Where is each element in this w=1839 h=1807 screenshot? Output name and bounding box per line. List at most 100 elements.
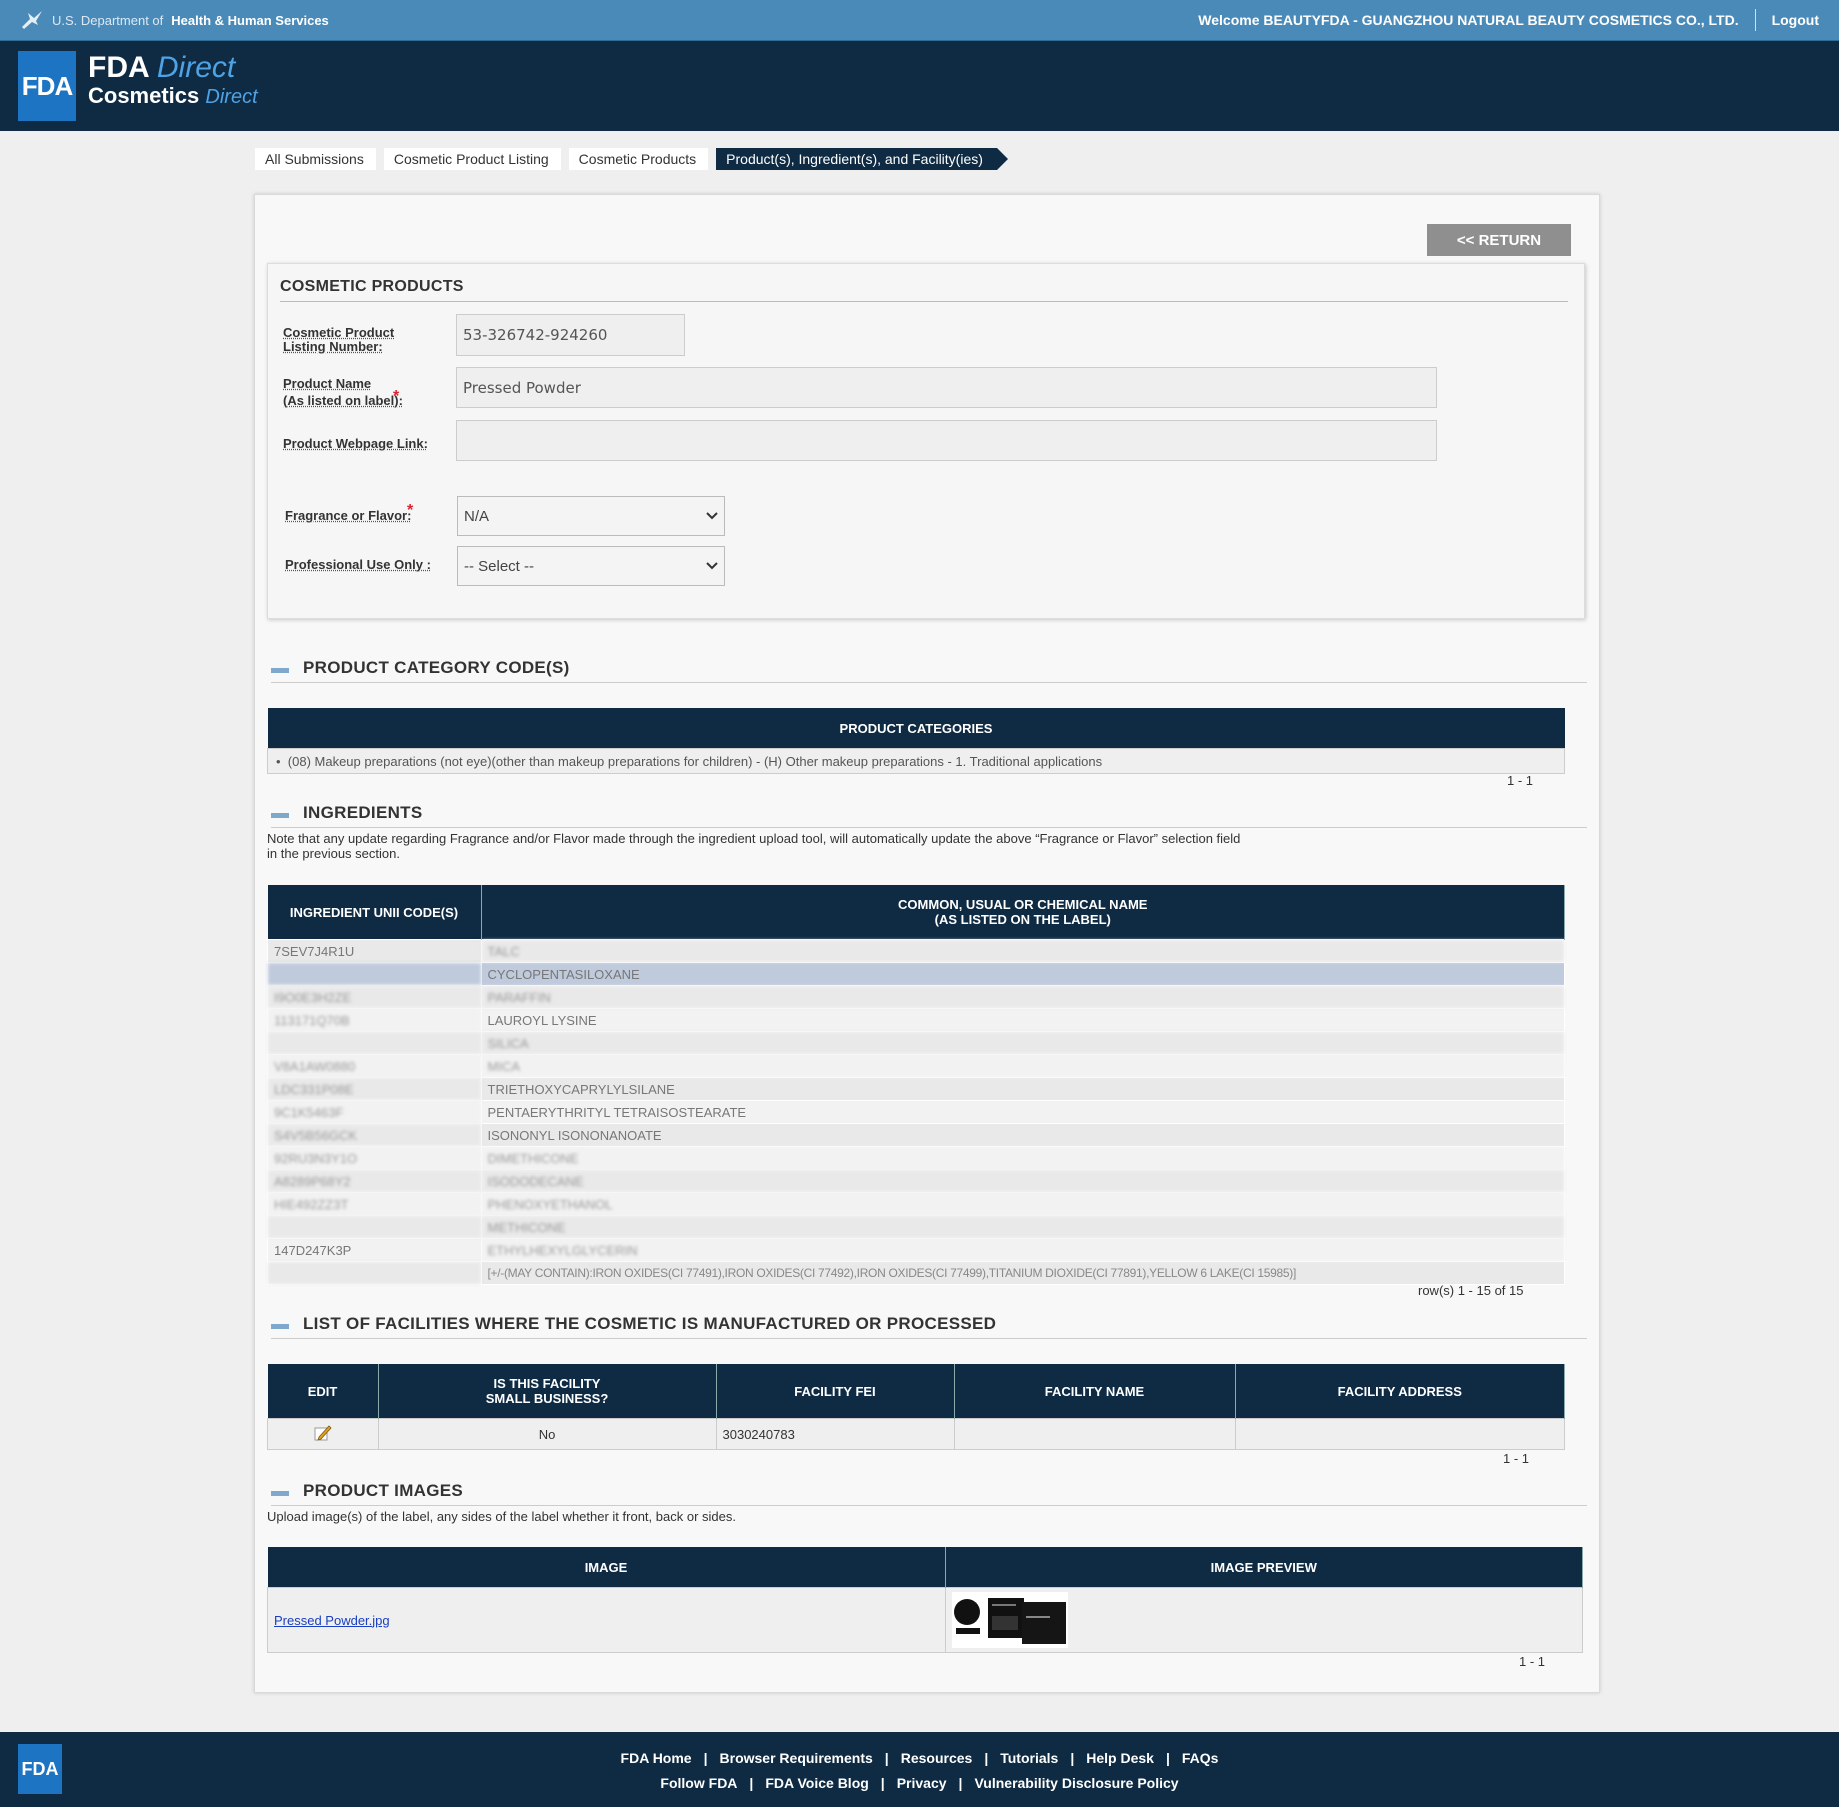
- name-cell: TALC: [480, 939, 1565, 963]
- fda-logo[interactable]: FDA: [18, 51, 76, 121]
- divider: [1754, 9, 1756, 31]
- footer-links-row1: FDA Home | Browser Requirements | Resources |…: [0, 1750, 1839, 1766]
- images-table: IMAGE IMAGE PREVIEW Pressed Powder.jpg: [267, 1547, 1583, 1653]
- image-file-link[interactable]: Pressed Powder.jpg: [274, 1613, 390, 1628]
- footer-link-faqs[interactable]: FAQs: [1182, 1750, 1219, 1766]
- professional-use-select[interactable]: -- Select --: [457, 546, 725, 586]
- name-cell: DIMETHICONE: [480, 1146, 1565, 1170]
- table-row[interactable]: A8289P68Y2 ISODODECANE: [267, 1169, 1565, 1193]
- chevron-down-icon: [706, 562, 718, 570]
- images-note: Upload image(s) of the label, any sides …: [267, 1509, 736, 1524]
- separator: |: [884, 1750, 889, 1766]
- product-name-field[interactable]: Pressed Powder: [456, 367, 1437, 408]
- table-row: No 3030240783: [267, 1418, 1565, 1450]
- unii-cell: HIE492ZZ3T: [267, 1192, 482, 1216]
- facilities-table: EDIT IS THIS FACILITY SMALL BUSINESS? FA…: [267, 1364, 1565, 1450]
- separator: |: [958, 1775, 963, 1791]
- edit-pencil-icon[interactable]: [313, 1424, 333, 1442]
- collapse-icon[interactable]: [271, 1324, 289, 1329]
- footer-link-privacy[interactable]: Privacy: [897, 1775, 947, 1791]
- logo-line2-bold: Cosmetics: [88, 83, 200, 108]
- breadcrumb-cosmetic-products[interactable]: Cosmetic Products: [568, 148, 709, 170]
- unii-cell: 92RU3N3Y1O: [267, 1146, 482, 1170]
- unii-cell: [267, 1215, 482, 1239]
- name-cell: PHENOXYETHANOL: [480, 1192, 1565, 1216]
- facility-address-column-header[interactable]: FACILITY ADDRESS: [1235, 1364, 1565, 1419]
- name-cell: ISODODECANE: [480, 1169, 1565, 1193]
- fragrance-select[interactable]: N/A: [457, 496, 725, 536]
- name-cell: MICA: [480, 1054, 1565, 1078]
- required-asterisk: *: [407, 502, 414, 519]
- table-row[interactable]: METHICONE: [267, 1215, 1565, 1239]
- name-column-header[interactable]: COMMON, USUAL OR CHEMICAL NAME (AS LISTE…: [481, 885, 1565, 940]
- table-row[interactable]: S4V5B56GCK ISONONYL ISONONANOATE: [267, 1123, 1565, 1147]
- collapse-icon[interactable]: [271, 668, 289, 673]
- small-business-column-header[interactable]: IS THIS FACILITY SMALL BUSINESS?: [378, 1364, 717, 1419]
- table-row[interactable]: LDC331P08E TRIETHOXYCAPRYLYLSILANE: [267, 1077, 1565, 1101]
- footer-link-fda-voice-blog[interactable]: FDA Voice Blog: [765, 1775, 868, 1791]
- divider: [271, 1338, 1587, 1339]
- professional-use-select-value: -- Select --: [464, 557, 535, 575]
- table-row[interactable]: 9C1K5463F PENTAERYTHRITYL TETRAISOSTEARAT…: [267, 1100, 1565, 1124]
- fragrance-label: Fragrance or Flavor:: [285, 508, 412, 523]
- hhs-branding[interactable]: U.S. Department of Health & Human Servic…: [20, 9, 329, 31]
- category-table: PRODUCT CATEGORIES • (08) Makeup prepara…: [267, 708, 1565, 774]
- logo-line1-bold: FDA: [88, 51, 149, 84]
- name-cell: SILICA: [480, 1031, 1565, 1055]
- facilities-section-header: LIST OF FACILITIES WHERE THE COSMETIC IS…: [271, 1314, 1587, 1339]
- footer-link-fda-home[interactable]: FDA Home: [621, 1750, 692, 1766]
- product-image-thumbnail[interactable]: [951, 1592, 1068, 1648]
- footer-link-tutorials[interactable]: Tutorials: [1000, 1750, 1058, 1766]
- ingredients-note: Note that any update regarding Fragrance…: [267, 831, 1241, 861]
- footer-link-vulnerability-disclosure[interactable]: Vulnerability Disclosure Policy: [974, 1775, 1178, 1791]
- name-cell: PARAFFIN: [480, 985, 1565, 1009]
- separator: |: [1070, 1750, 1075, 1766]
- table-row[interactable]: I9O0E3H2ZE PARAFFIN: [267, 985, 1565, 1009]
- category-item: (08) Makeup preparations (not eye)(other…: [287, 753, 1103, 769]
- unii-cell: S4V5B56GCK: [267, 1123, 482, 1147]
- unii-column-header[interactable]: INGREDIENT UNII CODE(S): [267, 885, 482, 940]
- footer: FDA FDA Home | Browser Requirements | Resour…: [0, 1732, 1839, 1807]
- table-row[interactable]: 113171Q70B LAUROYL LYSINE: [267, 1008, 1565, 1032]
- listing-number-field[interactable]: 53-326742-924260: [456, 314, 685, 356]
- separator: |: [749, 1775, 754, 1791]
- small-business-cell: No: [377, 1418, 717, 1450]
- unii-cell: [267, 1261, 482, 1285]
- footer-link-follow-fda[interactable]: Follow FDA: [660, 1775, 737, 1791]
- breadcrumb-all-submissions[interactable]: All Submissions: [255, 148, 376, 170]
- separator: |: [703, 1750, 708, 1766]
- professional-use-label: Professional Use Only :: [285, 557, 431, 572]
- footer-link-help-desk[interactable]: Help Desk: [1086, 1750, 1154, 1766]
- name-cell: LAUROYL LYSINE: [480, 1008, 1565, 1032]
- footer-link-resources[interactable]: Resources: [901, 1750, 973, 1766]
- divider: [271, 1505, 1587, 1506]
- facility-address-cell: [1234, 1418, 1565, 1450]
- fei-column-header[interactable]: FACILITY FEI: [716, 1364, 955, 1419]
- logout-link[interactable]: Logout: [1772, 12, 1819, 28]
- breadcrumb-product-listing[interactable]: Cosmetic Product Listing: [383, 148, 561, 170]
- table-row[interactable]: [+/-(MAY CONTAIN):IRON OXIDES(CI 77491),…: [267, 1261, 1565, 1285]
- facility-name-column-header[interactable]: FACILITY NAME: [954, 1364, 1236, 1419]
- table-row[interactable]: CYCLOPENTASILOXANE: [267, 962, 1565, 986]
- table-row[interactable]: V8A1AW0880 MICA: [267, 1054, 1565, 1078]
- unii-cell: LDC331P08E: [267, 1077, 482, 1101]
- unii-cell: A8289P68Y2: [267, 1169, 482, 1193]
- section-title: LIST OF FACILITIES WHERE THE COSMETIC IS…: [303, 1314, 997, 1333]
- breadcrumb: All Submissions Cosmetic Product Listing…: [255, 148, 1008, 170]
- table-row[interactable]: 92RU3N3Y1O DIMETHICONE: [267, 1146, 1565, 1170]
- table-row[interactable]: HIE492ZZ3T PHENOXYETHANOL: [267, 1192, 1565, 1216]
- hhs-eagle-icon: [22, 11, 42, 29]
- fda-direct-logo-text[interactable]: FDA Direct Cosmetics Direct: [88, 51, 258, 109]
- divider: [271, 682, 1587, 683]
- footer-link-browser-requirements[interactable]: Browser Requirements: [720, 1750, 873, 1766]
- table-row[interactable]: 7SEV7J4R1U TALC: [267, 939, 1565, 963]
- table-row[interactable]: 147D247K3P ETHYLHEXYLGLYCERIN: [267, 1238, 1565, 1262]
- webpage-link-field[interactable]: [456, 420, 1437, 461]
- return-button[interactable]: << RETURN: [1427, 224, 1571, 256]
- ingredients-section-header: INGREDIENTS: [271, 803, 1587, 828]
- facilities-pager: 1 - 1: [1503, 1451, 1530, 1466]
- collapse-icon[interactable]: [271, 813, 289, 818]
- table-row[interactable]: SILICA: [267, 1031, 1565, 1055]
- collapse-icon[interactable]: [271, 1491, 289, 1496]
- images-pager: 1 - 1: [1519, 1654, 1546, 1669]
